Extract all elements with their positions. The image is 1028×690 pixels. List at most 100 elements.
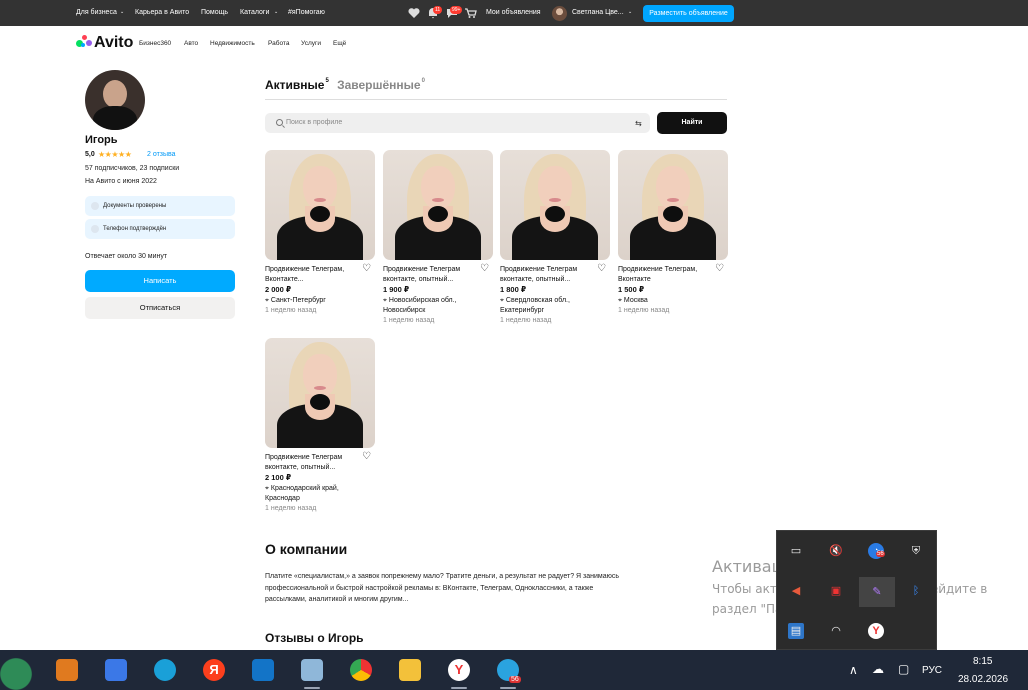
explorer-icon[interactable] <box>399 659 421 681</box>
network-off-icon[interactable]: ☁ <box>872 662 884 676</box>
user-avatar[interactable] <box>552 6 567 21</box>
clock-time[interactable]: 8:15 <box>973 656 992 667</box>
listing-location: ⌖ Краснодарский край, Краснодар <box>265 485 339 502</box>
clock-date[interactable]: 28.02.2026 <box>958 674 1008 685</box>
search-placeholder: Поиск в профиле <box>286 119 343 126</box>
listing-title[interactable]: Продвижение Телеграм вконтакте, опытный.… <box>383 265 479 285</box>
nav-services[interactable]: Услуги <box>301 40 321 47</box>
filter-icon[interactable]: ⇆ <box>635 119 642 128</box>
listing-photo[interactable] <box>265 338 375 448</box>
avito-logo-text[interactable]: Avito <box>94 34 133 52</box>
pin-icon: ⌖ <box>500 297 504 304</box>
chrome-icon[interactable] <box>350 659 372 681</box>
listing-title[interactable]: Продвижение Телеграм вконтакте, опытный.… <box>265 453 361 473</box>
tab-finished[interactable]: Завершённые0 <box>337 78 425 92</box>
response-time: Отвечает около 30 минут <box>85 253 168 260</box>
chevron-down-icon: ⌄ <box>120 9 125 15</box>
cart-icon[interactable] <box>464 6 478 20</box>
docs-verified-badge: Документы проверены <box>85 196 235 216</box>
yandex-browser-icon[interactable]: Y <box>448 659 470 681</box>
subscribers-info[interactable]: 57 подписчиков, 23 подписки <box>85 165 179 172</box>
listing-title[interactable]: Продвижение Телеграм, Вконтакте... <box>265 265 361 285</box>
reviews-title: Отзывы о Игорь <box>265 631 364 645</box>
chevron-up-icon[interactable]: ∧ <box>849 663 858 677</box>
yandex-icon[interactable]: Я <box>203 659 225 681</box>
listing-location: ⌖ Новосибирская обл., Новосибирск <box>383 297 457 314</box>
pin-icon: ⌖ <box>265 297 269 304</box>
tray-badge: 56 <box>876 551 885 557</box>
battery-icon[interactable]: ▭ <box>788 543 804 559</box>
store-icon[interactable] <box>105 659 127 681</box>
volume-muted-icon[interactable]: 🔇 <box>828 543 844 559</box>
favorite-heart-icon[interactable]: ♡ <box>480 263 489 274</box>
nav-link-career[interactable]: Карьера в Авито <box>135 9 189 16</box>
favorite-heart-icon[interactable]: ♡ <box>715 263 724 274</box>
rating-stars-icon: ★★★★★ <box>98 150 132 159</box>
listing-photo[interactable] <box>383 150 493 260</box>
write-button[interactable]: Написать <box>85 270 235 292</box>
listing-price: 1 900 ₽ <box>383 285 410 294</box>
favorite-heart-icon[interactable]: ♡ <box>362 263 371 274</box>
chevron-down-icon: ⌄ <box>274 9 279 15</box>
listing-photo[interactable] <box>618 150 728 260</box>
phone-verified-label: Телефон подтверждён <box>103 226 167 232</box>
user-name[interactable]: Светлана Цве... <box>572 9 624 16</box>
listing-photo[interactable] <box>500 150 610 260</box>
notifications-badge: 11 <box>433 6 443 14</box>
nav-auto[interactable]: Авто <box>184 40 198 47</box>
nav-more[interactable]: Ещё <box>333 40 346 47</box>
security-shield-icon[interactable]: ⛨ <box>908 543 924 559</box>
edge-icon[interactable] <box>154 659 176 681</box>
listing-photo[interactable] <box>265 150 375 260</box>
nav-realty[interactable]: Недвижимость <box>210 40 255 47</box>
reviews-link[interactable]: 2 отзыва <box>147 151 176 158</box>
language-indicator[interactable]: РУС <box>922 665 942 676</box>
place-ad-button[interactable]: Разместить объявление <box>643 5 734 22</box>
profile-photo <box>85 70 145 130</box>
my-ads-link[interactable]: Мои объявления <box>486 9 541 16</box>
notes-icon[interactable] <box>301 659 323 681</box>
nav-business360[interactable]: Бизнес360 <box>139 40 171 47</box>
listing-date: 1 неделю назад <box>618 307 670 314</box>
nav-link-business[interactable]: Для бизнеса <box>76 9 117 16</box>
tab-active[interactable]: Активные5 <box>265 78 329 92</box>
listing-title[interactable]: Продвижение Телеграм вконтакте, опытный.… <box>500 265 596 285</box>
phone-verified-badge: Телефон подтверждён <box>85 219 235 239</box>
about-text: Платите «специалистам,» а заявок попрежн… <box>265 573 620 603</box>
find-button[interactable]: Найти <box>657 112 727 134</box>
messages-badge: 99+ <box>450 6 463 14</box>
bluetooth-icon[interactable]: ᛒ <box>908 583 924 599</box>
heart-icon[interactable] <box>407 6 421 20</box>
nav-link-catalogs[interactable]: Каталоги <box>240 9 269 16</box>
unsubscribe-button[interactable]: Отписаться <box>85 297 235 319</box>
check-icon <box>91 225 99 233</box>
about-title: О компании <box>265 541 348 557</box>
camera-icon[interactable]: ▢ <box>898 662 909 676</box>
outlook-icon[interactable] <box>252 659 274 681</box>
nav-jobs[interactable]: Работа <box>268 40 289 47</box>
search-icon <box>276 119 283 126</box>
pen-app-icon[interactable]: ✎ <box>859 577 895 607</box>
start-button-icon[interactable] <box>0 650 40 690</box>
member-since: На Авито с июня 2022 <box>85 178 157 185</box>
docs-verified-label: Документы проверены <box>103 203 167 209</box>
listing-price: 1 500 ₽ <box>618 285 645 294</box>
rating-value: 5,0 <box>85 151 95 158</box>
favorite-heart-icon[interactable]: ♡ <box>362 451 371 462</box>
listing-price: 2 000 ₽ <box>265 285 292 294</box>
display-icon[interactable]: ▣ <box>828 583 844 599</box>
tabs-divider <box>265 99 727 100</box>
tray-overflow-popup: ▭ 🔇 ◔ 56 ⛨ ◀ ▣ ✎ ᛒ ▤ ◠ Y <box>776 530 937 650</box>
nav-link-help[interactable]: Помощь <box>201 9 228 16</box>
media-player-icon[interactable] <box>56 659 78 681</box>
speaker-icon[interactable]: ◀ <box>788 583 804 599</box>
wifi-icon[interactable]: ◠ <box>828 623 844 639</box>
listing-title[interactable]: Продвижение Телеграм, Вконтакте <box>618 265 714 285</box>
check-icon <box>91 202 99 210</box>
favorite-heart-icon[interactable]: ♡ <box>597 263 606 274</box>
nav-link-i-help[interactable]: #яПомогаю <box>288 9 325 16</box>
listing-price: 2 100 ₽ <box>265 473 292 482</box>
chevron-down-icon: ⌄ <box>628 9 633 15</box>
yandex-tray-icon[interactable]: Y <box>868 623 884 639</box>
monitor-app-icon[interactable]: ▤ <box>788 623 804 639</box>
